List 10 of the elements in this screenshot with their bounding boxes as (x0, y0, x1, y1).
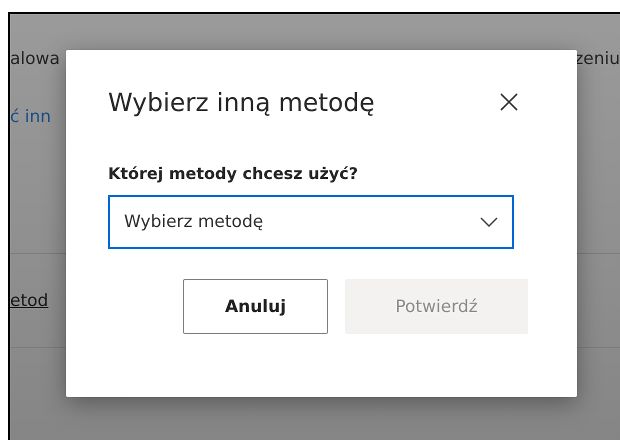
page-link[interactable]: ć inn (10, 107, 52, 127)
chevron-icon (480, 217, 498, 227)
close-icon (499, 92, 519, 112)
page-text: zeniu (574, 49, 620, 71)
method-dropdown[interactable]: Wybierz metodę (108, 195, 514, 249)
dialog-title: Wybierz inną metodę (108, 88, 375, 116)
cancel-button[interactable]: Anuluj (183, 279, 328, 334)
field-label: Której metody chcesz użyć? (108, 164, 359, 183)
page-text: alowa (10, 49, 60, 71)
page-link[interactable]: etod (10, 290, 48, 310)
